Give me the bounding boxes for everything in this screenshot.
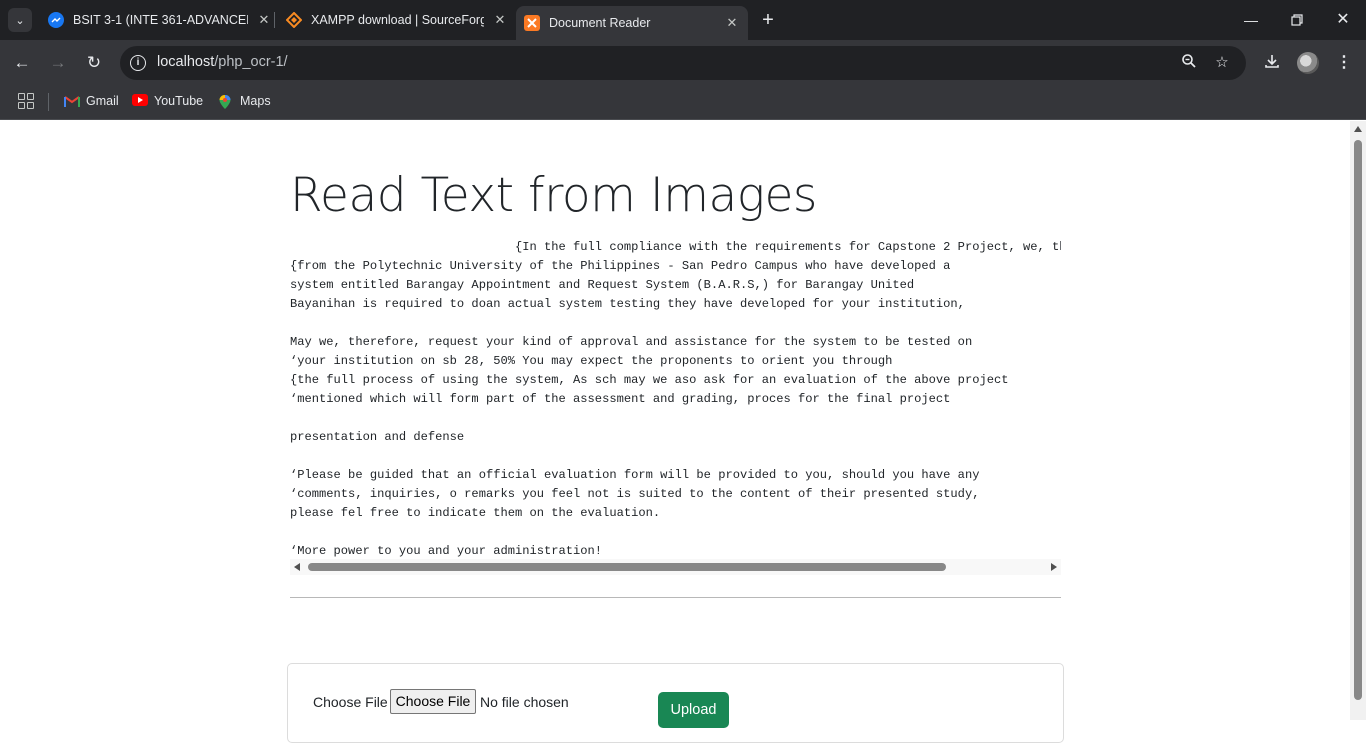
ocr-line: {from the Polytechnic University of the … (290, 259, 951, 273)
close-icon[interactable]: ✕ (492, 12, 508, 28)
ocr-line: ‘comments, inquiries, o remarks you feel… (290, 487, 980, 501)
tab-sourceforge[interactable]: XAMPP download | SourceForge ✕ (282, 0, 508, 40)
choose-file-button[interactable]: Choose File (390, 689, 476, 714)
reload-icon[interactable]: ↻ (84, 53, 104, 73)
bookmark-label: YouTube (154, 94, 204, 108)
forward-arrow-icon[interactable]: → (48, 53, 68, 73)
browser-toolbar: ← → ↻ i localhost/php_ocr-1/ ☆ ⋮ (0, 40, 1366, 86)
tab-search-icon[interactable]: ⌄ (8, 8, 32, 32)
ocr-line: Bayanihan is required to doan actual sys… (290, 297, 965, 311)
minimize-icon[interactable]: ― (1240, 10, 1262, 30)
divider (290, 597, 1061, 598)
file-status: No file chosen (480, 694, 569, 710)
scroll-left-icon[interactable] (294, 563, 300, 571)
bookmark-label: Gmail (86, 94, 119, 108)
tab-title: BSIT 3-1 (INTE 361-ADVANCED (73, 13, 248, 27)
scroll-up-icon[interactable] (1354, 126, 1362, 132)
ocr-line: system entitled Barangay Appointment and… (290, 278, 915, 292)
ocr-line (290, 409, 1061, 428)
ocr-line: ‘mentioned which will form part of the a… (290, 392, 951, 406)
messenger-icon (48, 12, 64, 28)
menu-dots-icon[interactable]: ⋮ (1333, 53, 1355, 75)
ocr-line (290, 523, 1061, 542)
ocr-line: please fel free to indicate them on the … (290, 506, 661, 520)
youtube-icon (132, 94, 148, 108)
profile-avatar[interactable] (1297, 52, 1319, 74)
scrollbar-thumb[interactable] (1354, 140, 1362, 700)
ocr-line: {In the full compliance with the require… (290, 240, 1061, 254)
bookmark-maps[interactable]: Maps (218, 86, 271, 116)
close-icon[interactable]: ✕ (724, 15, 740, 31)
scrollbar-thumb[interactable] (308, 563, 946, 571)
tab-strip: ⌄ BSIT 3-1 (INTE 361-ADVANCED ✕ XAMPP do… (0, 0, 1366, 40)
close-icon[interactable]: ✕ (256, 12, 272, 28)
site-info-icon[interactable]: i (130, 55, 146, 71)
ocr-line (290, 314, 1061, 333)
tab-separator (274, 12, 275, 28)
ocr-line: ‘Please be guided that an official evalu… (290, 468, 980, 482)
ocr-text: {In the full compliance with the require… (290, 238, 1061, 561)
restore-icon[interactable] (1286, 10, 1308, 30)
xampp-icon (524, 15, 540, 31)
file-input-label: Choose File (313, 694, 388, 710)
url-path: /php_ocr-1/ (214, 54, 288, 70)
zoom-icon[interactable] (1179, 53, 1199, 73)
bookmark-separator (48, 93, 49, 111)
bookmarks-bar: Gmail YouTube Maps (0, 86, 1366, 120)
address-bar[interactable]: i localhost/php_ocr-1/ ☆ (120, 46, 1246, 80)
ocr-line: ‘your institution on sb 28, 50% You may … (290, 354, 893, 368)
bookmark-star-icon[interactable]: ☆ (1212, 53, 1232, 73)
bookmark-label: Maps (240, 94, 271, 108)
tab-title: XAMPP download | SourceForge (311, 13, 484, 27)
scroll-right-icon[interactable] (1051, 563, 1057, 571)
tab-messenger[interactable]: BSIT 3-1 (INTE 361-ADVANCED ✕ (44, 0, 272, 40)
maps-icon (218, 94, 234, 109)
bookmark-gmail[interactable]: Gmail (64, 86, 119, 116)
apps-grid-icon[interactable] (18, 93, 34, 109)
horizontal-scrollbar[interactable] (290, 559, 1061, 575)
url-host: localhost (157, 54, 215, 70)
upload-button[interactable]: Upload (658, 692, 729, 728)
ocr-line (290, 447, 1061, 466)
sourceforge-icon (286, 12, 302, 28)
ocr-line: {the full process of using the system, A… (290, 373, 1009, 387)
tab-document-reader[interactable]: Document Reader ✕ (516, 6, 748, 40)
ocr-line: May we, therefore, request your kind of … (290, 335, 973, 349)
back-arrow-icon[interactable]: ← (12, 53, 32, 73)
ocr-output: {In the full compliance with the require… (290, 238, 1061, 578)
vertical-scrollbar[interactable] (1350, 121, 1366, 720)
page-title: Read Text from Images (290, 168, 817, 223)
tab-title: Document Reader (549, 16, 651, 30)
window-close-icon[interactable]: ✕ (1332, 10, 1354, 30)
url-text[interactable]: localhost/php_ocr-1/ (157, 54, 288, 70)
ocr-line: presentation and defense (290, 430, 465, 444)
download-icon[interactable] (1261, 53, 1283, 75)
bookmark-youtube[interactable]: YouTube (132, 86, 203, 116)
upload-form: Choose File Choose File No file chosen U… (287, 663, 1064, 743)
gmail-icon (64, 94, 80, 108)
new-tab-plus-icon[interactable]: + (758, 10, 778, 30)
